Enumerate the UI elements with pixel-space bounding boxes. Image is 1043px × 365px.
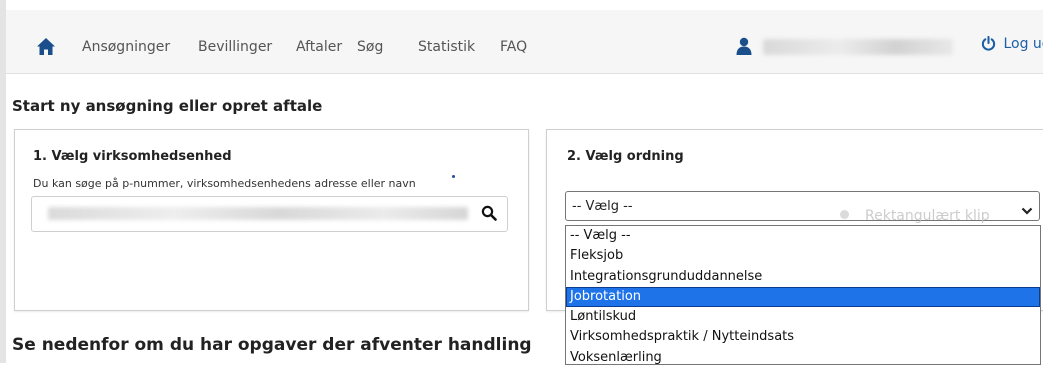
option-integrationsgrunduddannelse[interactable]: Integrationsgrunduddannelse (566, 267, 1040, 287)
option-vaelg[interactable]: -- Vælg -- (566, 226, 1040, 246)
option-virksomhedspraktik[interactable]: Virksomhedspraktik / Nytteindsats (566, 327, 1040, 347)
nav-item-statistik[interactable]: Statistik (418, 39, 475, 55)
panel2-heading: 2. Vælg ordning (567, 149, 684, 164)
top-navigation-bar: Ansøgninger Bevillinger Aftaler Søg Stat… (6, 10, 1043, 74)
scheme-dropdown-list[interactable]: -- Vælg -- Fleksjob Integrationsgrundudd… (565, 225, 1041, 365)
chevron-down-icon (1021, 201, 1033, 215)
company-search-input[interactable] (31, 196, 508, 232)
search-value-redacted (48, 207, 468, 220)
nav-item-faq[interactable]: FAQ (500, 39, 527, 55)
option-jobrotation[interactable]: Jobrotation (566, 286, 1040, 308)
scheme-select-value: -- Vælg -- (572, 199, 633, 214)
user-name-redacted (763, 39, 953, 55)
nav-item-ansoegninger[interactable]: Ansøgninger (82, 39, 170, 55)
option-loentilskud[interactable]: Løntilskud (566, 307, 1040, 327)
option-voksenlaerling[interactable]: Voksenlærling (566, 348, 1040, 364)
pending-tasks-heading: Se nedenfor om du har opgaver der afvent… (12, 335, 532, 355)
snip-dot-icon (840, 210, 849, 219)
panel1-heading: 1. Vælg virksomhedsenhed (33, 149, 232, 164)
option-fleksjob[interactable]: Fleksjob (566, 246, 1040, 266)
home-icon[interactable] (36, 37, 56, 57)
user-icon (736, 37, 752, 55)
nav-item-bevillinger[interactable]: Bevillinger (198, 39, 272, 55)
stray-dot (452, 175, 455, 178)
power-icon (981, 35, 1003, 52)
logout-button[interactable]: Log ud (981, 35, 1043, 52)
nav-item-soeg[interactable]: Søg (357, 39, 383, 55)
search-hint: Du kan søge på p-nummer, virksomhedsenhe… (33, 177, 416, 190)
nav-item-aftaler[interactable]: Aftaler (296, 39, 342, 55)
page-title: Start ny ansøgning eller opret aftale (12, 97, 323, 115)
snip-overlay-label: Rektangulært klip (840, 208, 990, 224)
search-icon[interactable] (481, 205, 497, 221)
logout-label: Log ud (1003, 36, 1043, 52)
